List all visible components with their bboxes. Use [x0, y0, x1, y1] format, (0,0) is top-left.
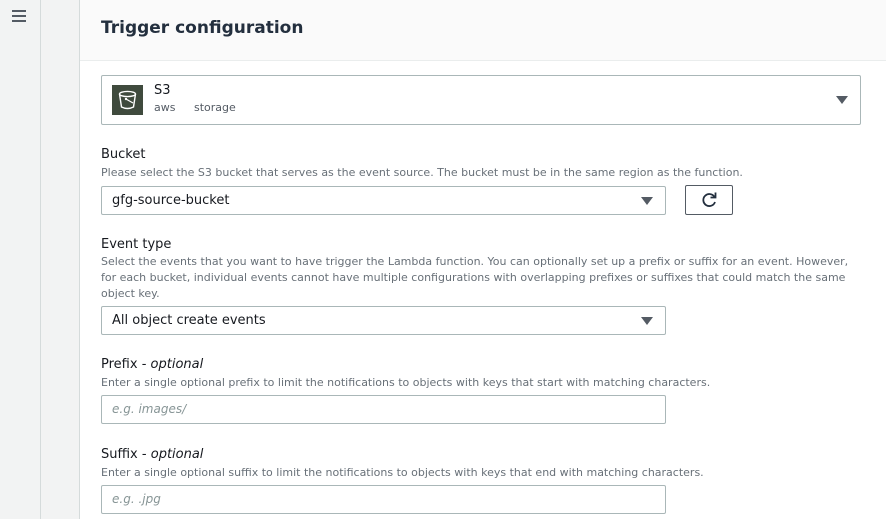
prefix-description: Enter a single optional prefix to limit … [101, 376, 711, 389]
chevron-down-icon [836, 96, 848, 104]
chevron-down-icon [641, 317, 653, 325]
suffix-description: Enter a single optional suffix to limit … [101, 466, 704, 479]
bucket-select[interactable]: gfg-source-bucket [101, 186, 666, 215]
event-type-select[interactable]: All object create events [101, 306, 666, 335]
prefix-input[interactable] [112, 396, 652, 421]
panel-title: Trigger configuration [101, 18, 304, 38]
s3-bucket-icon [112, 85, 143, 115]
suffix-field[interactable] [101, 485, 666, 514]
prefix-field[interactable] [101, 395, 666, 424]
left-nav-rail [0, 0, 41, 519]
service-name: S3 [154, 83, 171, 98]
event-type-description: Select the events that you want to have … [101, 255, 849, 300]
trigger-configuration-panel: Trigger configuration S3 aws storage Buc… [79, 0, 886, 519]
refresh-icon [702, 192, 717, 207]
refresh-buckets-button[interactable] [685, 185, 733, 215]
bucket-label: Bucket [101, 147, 146, 162]
service-tag-aws: aws [154, 101, 176, 114]
panel-header: Trigger configuration [80, 0, 886, 61]
bucket-description: Please select the S3 bucket that serves … [101, 166, 743, 179]
prefix-label: Prefix - optional [101, 357, 204, 372]
menu-icon[interactable] [12, 10, 26, 24]
event-type-label: Event type [101, 237, 172, 252]
suffix-input[interactable] [112, 486, 652, 511]
chevron-down-icon [641, 197, 653, 205]
service-tag-storage: storage [194, 101, 236, 114]
bucket-select-value: gfg-source-bucket [112, 193, 230, 208]
suffix-label: Suffix - optional [101, 447, 204, 462]
trigger-service-select[interactable]: S3 aws storage [101, 75, 861, 125]
page-gutter [41, 0, 79, 519]
event-type-select-value: All object create events [112, 313, 266, 328]
